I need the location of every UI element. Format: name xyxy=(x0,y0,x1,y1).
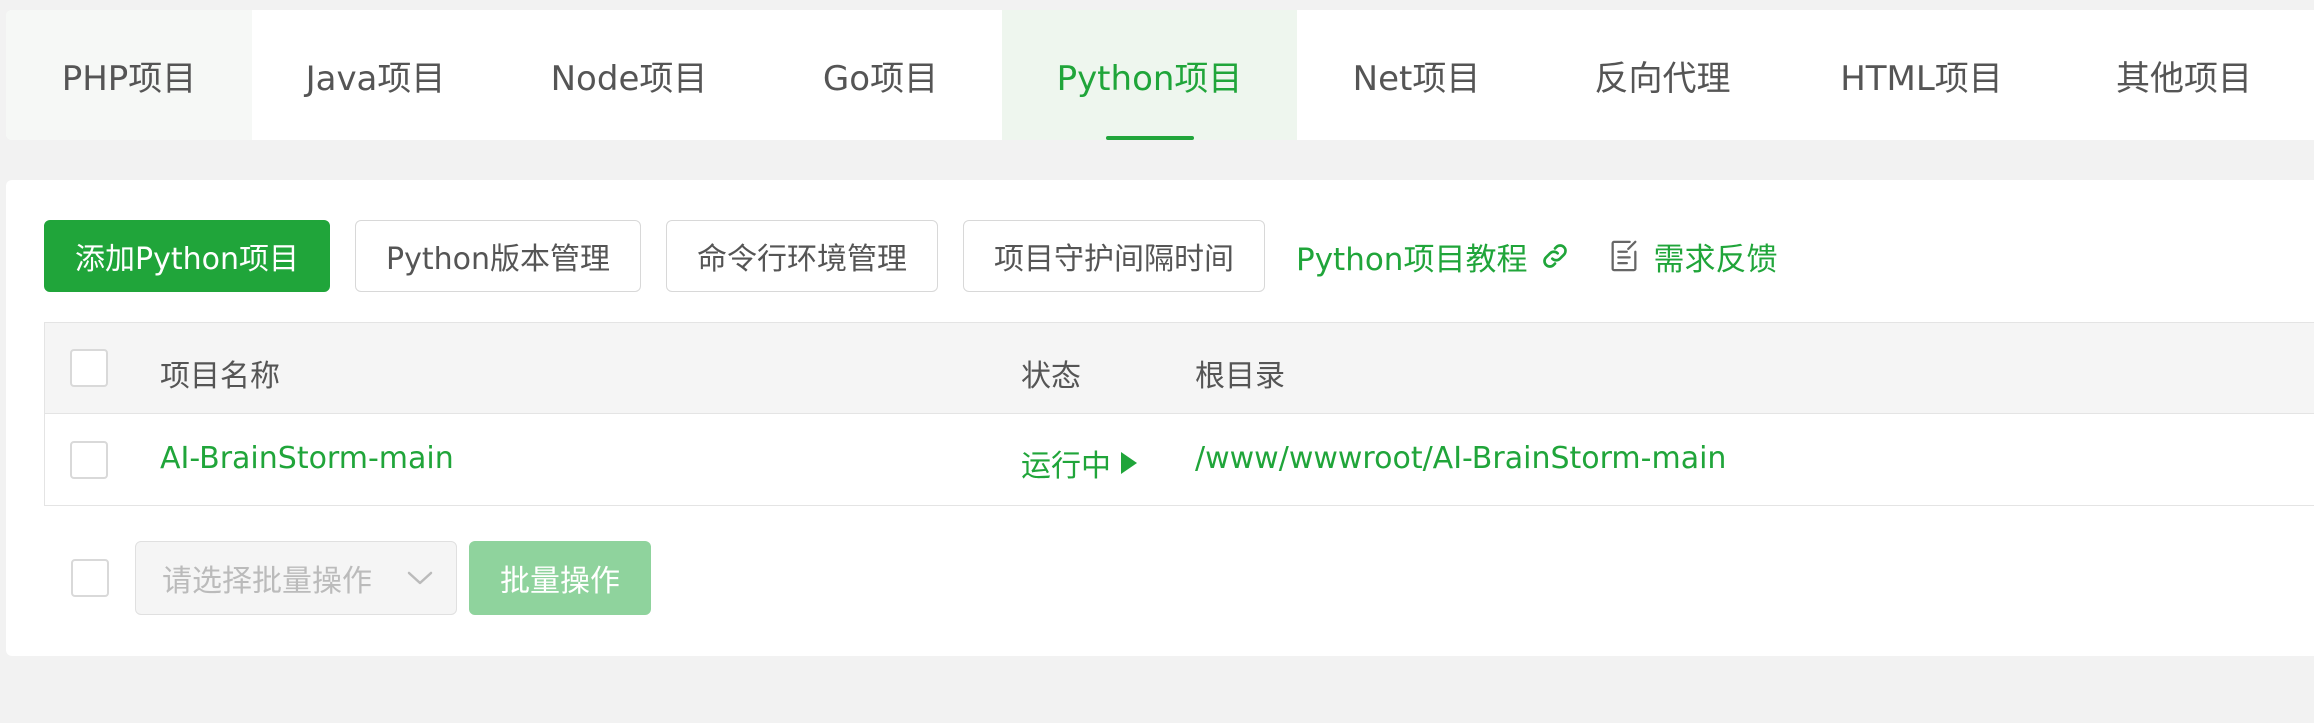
tab-other[interactable]: 其他项目 xyxy=(2054,10,2314,140)
header-root-dir: 根目录 xyxy=(1195,359,1285,394)
batch-select-placeholder: 请选择批量操作 xyxy=(162,564,372,599)
feedback-link[interactable]: 需求反馈 xyxy=(1609,234,1777,279)
tab-html[interactable]: HTML项目 xyxy=(1789,10,2054,140)
tab-reverse-proxy[interactable]: 反向代理 xyxy=(1536,10,1789,140)
play-icon xyxy=(1121,452,1137,474)
toolbar: 添加Python项目 Python版本管理 命令行环境管理 项目守护间隔时间 P… xyxy=(44,220,1777,292)
python-version-manage-button[interactable]: Python版本管理 xyxy=(355,220,641,292)
project-type-tabs: PHP项目 Java项目 Node项目 Go项目 Python项目 Net项目 反向代理 HT… xyxy=(6,10,2314,140)
feedback-label: 需求反馈 xyxy=(1653,241,1778,278)
tab-python[interactable]: Python项目 xyxy=(1002,10,1297,140)
row-checkbox[interactable] xyxy=(70,441,108,479)
document-edit-icon xyxy=(1612,240,1637,272)
batch-select-checkbox[interactable] xyxy=(71,559,109,597)
header-project-name: 项目名称 xyxy=(160,359,280,394)
tab-node[interactable]: Node项目 xyxy=(499,10,759,140)
project-table: 项目名称 状态 根目录 AI-BrainStorm-main 运行中 /www/… xyxy=(44,322,2314,506)
table-header: 项目名称 状态 根目录 xyxy=(45,323,2314,414)
tab-net[interactable]: Net项目 xyxy=(1297,10,1536,140)
cli-env-manage-button[interactable]: 命令行环境管理 xyxy=(666,220,938,292)
select-all-checkbox[interactable] xyxy=(70,349,108,387)
link-icon xyxy=(1543,244,1568,268)
tab-php[interactable]: PHP项目 xyxy=(6,10,252,140)
root-dir-link[interactable]: /www/wwwroot/AI-BrainStorm-main xyxy=(1195,441,1726,476)
status-label: 运行中 xyxy=(1021,449,1111,484)
tab-go[interactable]: Go项目 xyxy=(759,10,1002,140)
project-panel: 添加Python项目 Python版本管理 命令行环境管理 项目守护间隔时间 P… xyxy=(6,180,2314,656)
python-tutorial-label: Python项目教程 xyxy=(1296,241,1528,278)
table-row: AI-BrainStorm-main 运行中 /www/wwwroot/AI-B… xyxy=(45,414,2314,506)
header-status: 状态 xyxy=(1021,359,1081,394)
project-name-link[interactable]: AI-BrainStorm-main xyxy=(160,441,454,476)
batch-operation-select[interactable]: 请选择批量操作 xyxy=(135,541,457,615)
python-tutorial-link[interactable]: Python项目教程 xyxy=(1296,234,1571,279)
status-running[interactable]: 运行中 xyxy=(1021,441,1139,485)
chevron-down-icon xyxy=(407,571,433,585)
add-python-project-button[interactable]: 添加Python项目 xyxy=(44,220,330,292)
guard-interval-button[interactable]: 项目守护间隔时间 xyxy=(963,220,1265,292)
batch-bar: 请选择批量操作 批量操作 xyxy=(44,541,651,615)
tab-java[interactable]: Java项目 xyxy=(252,10,499,140)
batch-operation-button[interactable]: 批量操作 xyxy=(469,541,651,615)
